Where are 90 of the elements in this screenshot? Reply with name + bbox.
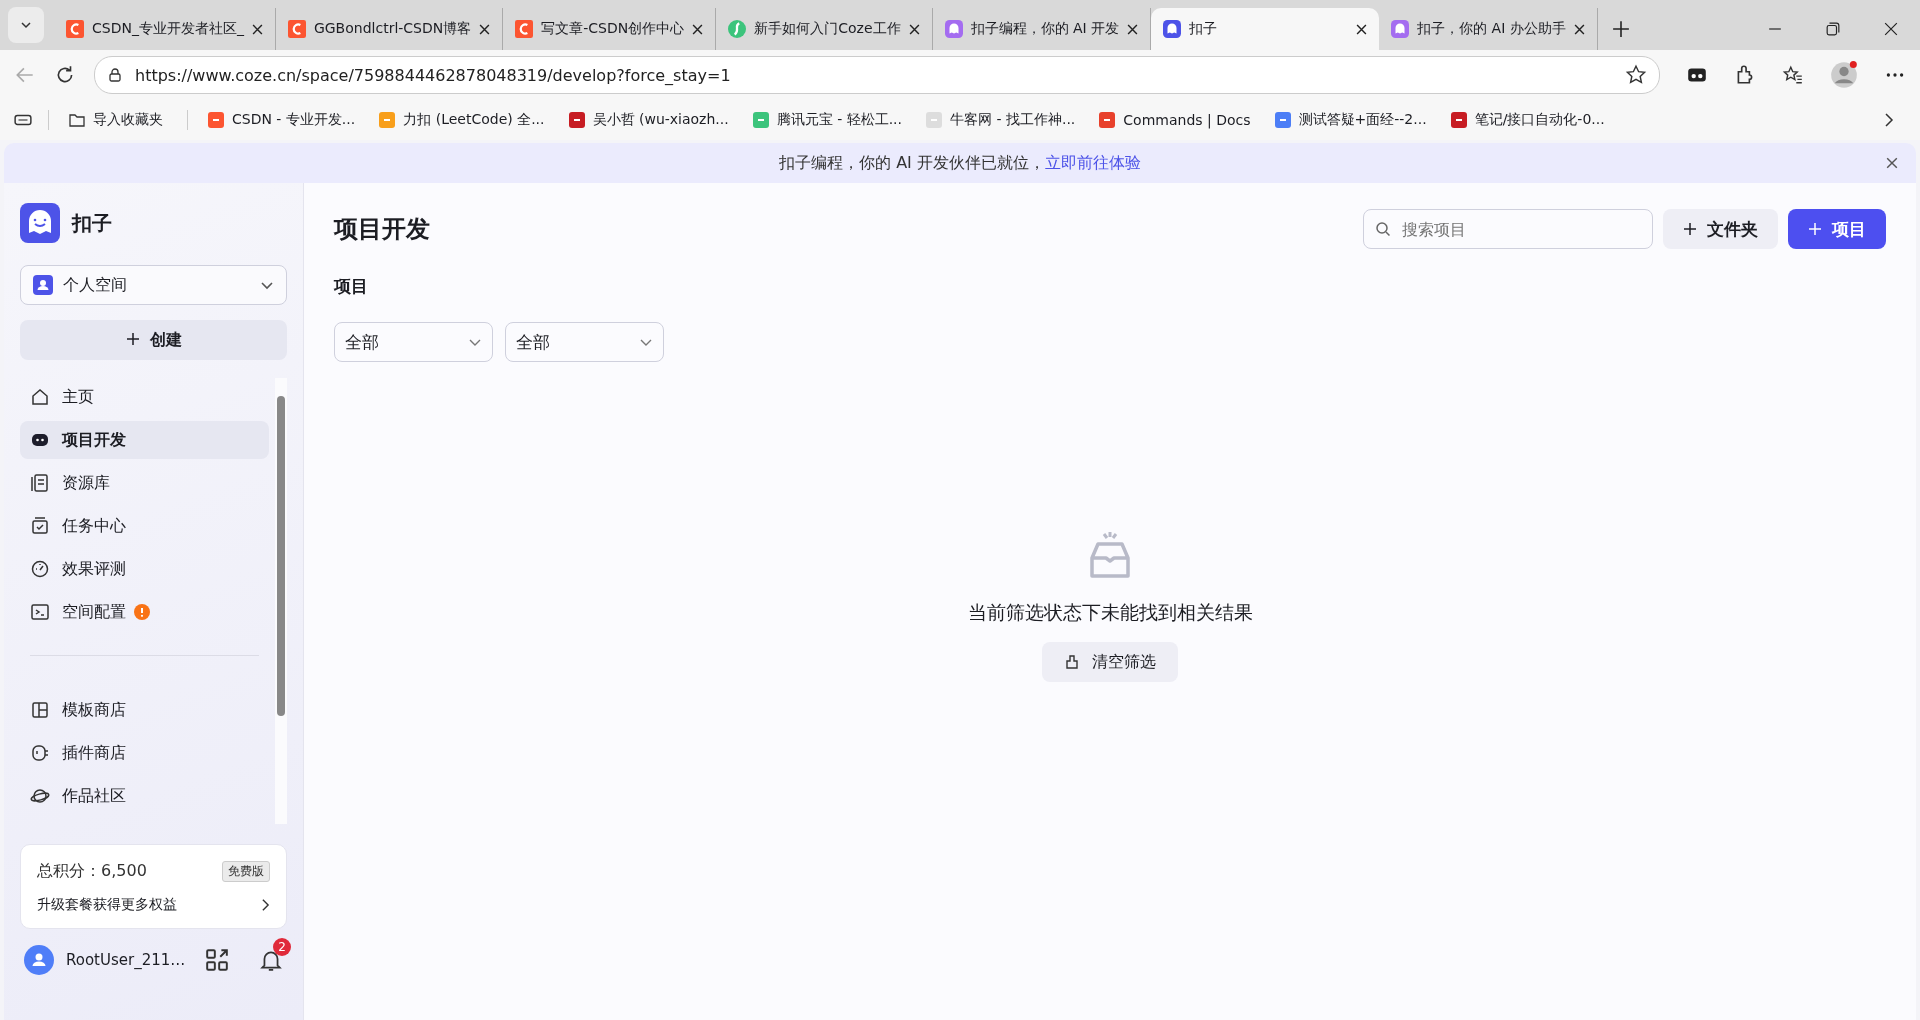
bookmark[interactable]: 测试答疑+面经--2... <box>1270 111 1435 129</box>
plugin-icon <box>30 743 50 763</box>
planet-icon <box>30 786 50 806</box>
bookmark[interactable]: CSDN - 专业开发... <box>204 111 364 129</box>
banner-text: 扣子编程，你的 AI 开发伙伴已就位，立即前往体验 <box>779 152 1141 174</box>
person-icon <box>33 275 53 295</box>
site-favicon-icon <box>1274 112 1291 128</box>
close-tab-icon[interactable] <box>692 23 704 35</box>
nav-item[interactable]: 任务中心 <box>20 507 269 545</box>
create-button[interactable]: 创建 <box>20 320 287 360</box>
ghost-logo-icon <box>1163 20 1182 38</box>
apps-icon[interactable] <box>205 948 229 972</box>
bookmark[interactable]: 力扣 (LeetCode) 全... <box>375 111 553 129</box>
close-tab-icon[interactable] <box>251 23 263 35</box>
swirl-logo-icon <box>728 20 747 38</box>
empty-message: 当前筛选状态下未能找到相关结果 <box>967 600 1253 625</box>
site-favicon-icon <box>752 112 769 128</box>
clear-filter-button[interactable]: 清空筛选 <box>1042 642 1178 682</box>
nav-item[interactable]: 资源库 <box>20 464 269 502</box>
scrollbar[interactable] <box>275 378 287 824</box>
site-favicon-icon <box>1450 112 1467 128</box>
ghost-logo-icon <box>944 20 963 38</box>
nav-item[interactable]: 插件商店 <box>20 734 269 772</box>
nav-item[interactable]: 模板商店 <box>20 691 269 729</box>
lock-icon <box>107 67 123 83</box>
site-favicon-icon <box>926 112 942 128</box>
close-tab-icon[interactable] <box>1573 23 1585 35</box>
bookmark[interactable]: 笔记/接口自动化-0... <box>1446 111 1613 129</box>
csdn-logo-icon <box>66 20 84 38</box>
profile-avatar-icon[interactable] <box>1830 61 1858 89</box>
nav-item[interactable]: 作品社区 <box>20 777 269 815</box>
close-tab-icon[interactable] <box>908 23 920 35</box>
address-bar[interactable]: https://www.coze.cn/space/7598844462878048319/develop?force_stay=1 <box>94 56 1660 94</box>
home-icon <box>30 387 50 407</box>
filter-dropdown[interactable]: 全部 <box>505 322 664 362</box>
terminal-icon <box>30 602 50 622</box>
user-avatar-icon[interactable] <box>24 945 54 975</box>
bookmark[interactable]: Commands | Docs <box>1095 112 1259 128</box>
nav-item[interactable]: 效果评测 <box>20 550 269 588</box>
bookmark[interactable]: 牛客网 - 找工作神... <box>922 111 1084 129</box>
plus-icon <box>1683 221 1697 236</box>
new-project-button[interactable]: 项目 <box>1788 209 1886 249</box>
browser-tab[interactable]: 扣子 <box>1151 8 1380 50</box>
points-total: 总积分：6,500 <box>37 861 147 882</box>
bookmark[interactable]: 导入收藏夹 <box>65 111 171 129</box>
brush-icon <box>1064 654 1080 670</box>
close-icon[interactable] <box>1886 157 1898 169</box>
close-tab-icon[interactable] <box>1356 23 1368 35</box>
star-icon[interactable] <box>1625 64 1647 86</box>
brand-name: 扣子 <box>72 209 112 237</box>
template-icon <box>30 700 50 720</box>
restore-icon[interactable] <box>1826 22 1840 36</box>
banner-link[interactable]: 立即前往体验 <box>1044 152 1141 172</box>
nav-item[interactable]: 项目开发 <box>20 421 269 459</box>
page-title: 项目开发 <box>334 214 431 245</box>
bookmark[interactable]: 腾讯元宝 - 轻松工... <box>748 111 910 129</box>
close-tab-icon[interactable] <box>479 23 491 35</box>
csdn-logo-icon <box>287 20 306 38</box>
favorites-icon[interactable] <box>1782 64 1804 86</box>
folder-icon <box>69 112 85 128</box>
site-favicon-icon <box>568 112 585 128</box>
task-icon <box>30 516 50 536</box>
gauge-icon <box>30 559 50 579</box>
site-favicon-icon <box>208 112 224 128</box>
new-folder-button[interactable]: 文件夹 <box>1663 209 1778 249</box>
plus-icon <box>1808 221 1822 236</box>
site-favicon-icon <box>379 112 396 128</box>
close-icon[interactable] <box>1884 22 1898 36</box>
new-tab-icon[interactable] <box>1611 20 1630 38</box>
search-field[interactable]: 搜索项目 <box>1363 209 1653 249</box>
chevron-right-icon <box>261 898 270 912</box>
nav-item[interactable]: 空间配置 <box>20 593 269 631</box>
chevron-right-icon[interactable] <box>1884 112 1894 128</box>
space-selector[interactable]: 个人空间 <box>20 265 287 305</box>
plan-tag: 免费版 <box>222 861 270 882</box>
ghost-logo-icon <box>20 203 60 243</box>
ghost-logo-icon <box>1391 20 1410 38</box>
nav-item[interactable]: 主页 <box>20 378 269 416</box>
user-name[interactable]: RootUser_211… <box>66 951 193 969</box>
csdn-logo-icon <box>515 20 534 38</box>
library-icon <box>30 473 50 493</box>
bookmark[interactable]: 吴小哲 (wu-xiaozh... <box>564 111 737 129</box>
section-label: 项目 <box>334 275 369 298</box>
search-icon <box>1375 221 1391 237</box>
close-tab-icon[interactable] <box>1127 23 1139 35</box>
upgrade-link[interactable]: 升级套餐获得更多权益 <box>37 896 270 914</box>
notification-badge: 2 <box>273 938 291 956</box>
filter-dropdown[interactable]: 全部 <box>334 322 493 362</box>
site-favicon-icon <box>1099 112 1116 128</box>
plus-icon <box>125 331 140 346</box>
